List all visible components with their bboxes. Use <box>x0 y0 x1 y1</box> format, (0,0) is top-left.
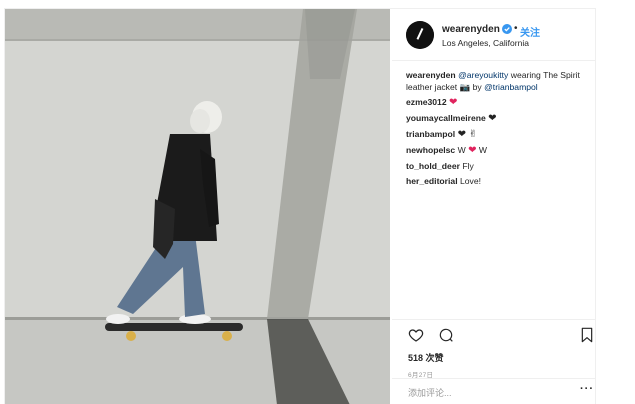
comment-text: Love! <box>459 176 482 186</box>
comment-item: her_editorial Love! <box>406 175 590 187</box>
caption-username[interactable]: wearenyden <box>406 70 456 80</box>
caption-mention[interactable]: @areyoukitty <box>458 70 508 80</box>
more-options-button[interactable]: ··· <box>580 383 594 395</box>
bookmark-icon[interactable] <box>580 327 594 343</box>
separator-dot: • <box>514 23 518 34</box>
comment-username[interactable]: her_editorial <box>406 176 458 186</box>
comment-text: Fly <box>462 161 474 171</box>
comment-username[interactable]: youmaycallmeirene <box>406 113 486 123</box>
post-header: wearenyden • 关注 Los Angeles, California <box>392 9 596 61</box>
caption-mention[interactable]: @trianbampol <box>484 82 538 92</box>
verified-badge-icon <box>502 24 512 34</box>
speech-bubble-icon[interactable] <box>438 327 454 343</box>
divider <box>392 319 596 320</box>
comment-username[interactable]: trianbampol <box>406 129 455 139</box>
divider <box>392 378 596 379</box>
comment-text-after: W <box>476 145 487 155</box>
camera-emoji: 📷 <box>459 82 471 92</box>
black-heart-icon: ❤ <box>488 113 497 124</box>
comment-username[interactable]: ezme3012 <box>406 97 447 107</box>
add-comment-input[interactable]: 添加评论... <box>408 386 452 399</box>
comment-username[interactable]: to_hold_deer <box>406 161 460 171</box>
heart-peace-icon: ❤ ✌ <box>457 129 478 140</box>
comment-item: newhopelsc W ❤ W <box>406 144 590 157</box>
caption-text-by: by <box>470 82 485 92</box>
heart-outline-icon[interactable] <box>408 327 424 343</box>
post-card: wearenyden • 关注 Los Angeles, California … <box>4 8 596 404</box>
comment-text: W <box>457 145 469 155</box>
post-location[interactable]: Los Angeles, California <box>442 38 529 48</box>
red-heart-icon: ❤ <box>449 97 458 108</box>
comment-username[interactable]: newhopelsc <box>406 145 455 155</box>
post-photo[interactable] <box>5 9 390 404</box>
comment-item: to_hold_deer Fly <box>406 160 590 172</box>
caption: wearenyden @areyoukitty wearing The Spir… <box>406 69 590 93</box>
comment-item: trianbampol ❤ ✌ <box>406 128 590 141</box>
post-username[interactable]: wearenyden <box>442 24 500 35</box>
comment-item: ezme3012 ❤ <box>406 96 590 109</box>
likes-count[interactable]: 518 次赞 <box>408 351 444 364</box>
post-sidebar: wearenyden • 关注 Los Angeles, California … <box>392 9 596 404</box>
skateboarder-photo <box>5 9 390 404</box>
avatar[interactable] <box>406 21 434 49</box>
follow-button[interactable]: 关注 <box>520 24 540 39</box>
comments-list: wearenyden @areyoukitty wearing The Spir… <box>406 69 590 190</box>
comment-item: youmaycallmeirene ❤ <box>406 112 590 125</box>
